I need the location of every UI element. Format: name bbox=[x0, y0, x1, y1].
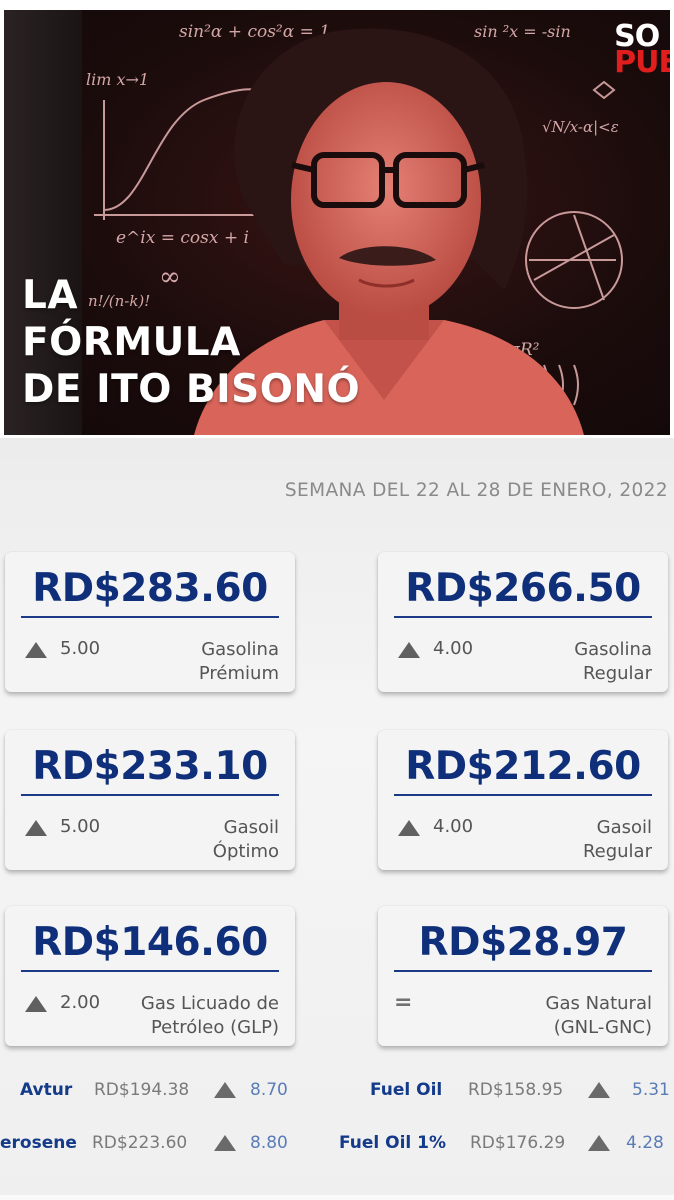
card-label: Gas Licuado de Petróleo (GLP) bbox=[141, 992, 279, 1040]
card-label-line: Gasolina bbox=[201, 639, 279, 660]
price-card: RD$28.97 = Gas Natural (GNL-GNC) bbox=[378, 906, 668, 1046]
card-label-line: (GNL-GNC) bbox=[553, 1017, 652, 1038]
headline-line: DE ITO BISONÓ bbox=[22, 367, 361, 412]
up-arrow-icon bbox=[588, 1082, 610, 1098]
card-label: Gasoil Óptimo bbox=[213, 816, 279, 864]
card-label-line: Óptimo bbox=[212, 841, 279, 862]
card-label-line: Gas Licuado de bbox=[140, 993, 279, 1014]
fuel-change: 4.28 bbox=[626, 1133, 664, 1153]
banner-headline: LA FÓRMULA DE ITO BISONÓ bbox=[22, 272, 360, 413]
card-label-line: Gas Natural bbox=[545, 993, 652, 1014]
fuel-name: Avtur bbox=[20, 1080, 73, 1100]
price-card: RD$283.60 5.00 Gasolina Prémium bbox=[5, 552, 295, 692]
up-arrow-icon bbox=[25, 642, 47, 658]
fuel-change: 8.80 bbox=[250, 1133, 288, 1153]
up-arrow-icon bbox=[25, 820, 47, 836]
card-label: Gasoil Regular bbox=[583, 816, 652, 864]
card-label: Gasolina Prémium bbox=[199, 638, 279, 686]
card-divider bbox=[21, 794, 279, 796]
logo-line-2: PUE bbox=[614, 45, 670, 80]
fuel-name: erosene bbox=[0, 1133, 77, 1153]
card-divider bbox=[394, 970, 652, 972]
card-change: 4.00 bbox=[433, 816, 474, 837]
headline-line: FÓRMULA bbox=[22, 320, 241, 365]
up-arrow-icon bbox=[398, 820, 420, 836]
price-card: RD$212.60 4.00 Gasoil Regular bbox=[378, 730, 668, 870]
hero-banner: sin²α + cos²α = 1 sin ²x = -sin lim x→1 … bbox=[4, 10, 670, 435]
card-divider bbox=[394, 616, 652, 618]
up-arrow-icon bbox=[398, 642, 420, 658]
brand-logo: SO PUE bbox=[614, 22, 670, 80]
card-price: RD$28.97 bbox=[418, 920, 628, 965]
fuel-name: Fuel Oil 1% bbox=[339, 1133, 447, 1153]
fuel-change: 8.70 bbox=[250, 1080, 288, 1100]
card-price: RD$146.60 bbox=[32, 920, 268, 965]
card-change: 4.00 bbox=[433, 638, 474, 659]
card-label: Gas Natural (GNL-GNC) bbox=[546, 992, 652, 1040]
equal-icon: = bbox=[394, 990, 413, 1015]
card-label-line: Petróleo (GLP) bbox=[150, 1017, 279, 1038]
week-label: SEMANA DEL 22 AL 28 DE ENERO, 2022 bbox=[284, 480, 668, 501]
card-label-line: Gasoil bbox=[223, 817, 279, 838]
card-label-line: Regular bbox=[582, 663, 652, 684]
price-card: RD$146.60 2.00 Gas Licuado de Petróleo (… bbox=[5, 906, 295, 1046]
card-price: RD$266.50 bbox=[405, 566, 641, 611]
bottom-edge bbox=[0, 1195, 674, 1200]
card-label-line: Gasolina bbox=[574, 639, 652, 660]
card-change: 5.00 bbox=[60, 638, 101, 659]
up-arrow-icon bbox=[588, 1135, 610, 1151]
fuel-price: RD$176.29 bbox=[470, 1133, 566, 1153]
headline-line: LA bbox=[22, 273, 79, 318]
card-label-line: Gasoil bbox=[596, 817, 652, 838]
fuel-price: RD$223.60 bbox=[92, 1133, 188, 1153]
card-label-line: Prémium bbox=[198, 663, 279, 684]
card-price: RD$233.10 bbox=[32, 744, 268, 789]
price-card: RD$233.10 5.00 Gasoil Óptimo bbox=[5, 730, 295, 870]
up-arrow-icon bbox=[25, 996, 47, 1012]
card-divider bbox=[394, 794, 652, 796]
up-arrow-icon bbox=[214, 1082, 236, 1098]
card-price: RD$212.60 bbox=[405, 744, 641, 789]
fuel-change: 5.31 bbox=[632, 1080, 670, 1100]
fuel-row: Fuel Oil 1% RD$176.29 4.28 bbox=[336, 1133, 674, 1161]
card-price: RD$283.60 bbox=[32, 566, 268, 611]
fuel-price: RD$158.95 bbox=[468, 1080, 564, 1100]
card-label: Gasolina Regular bbox=[574, 638, 652, 686]
card-change: 2.00 bbox=[60, 992, 101, 1013]
price-card: RD$266.50 4.00 Gasolina Regular bbox=[378, 552, 668, 692]
fuel-name: Fuel Oil bbox=[370, 1080, 443, 1100]
card-label-line: Regular bbox=[582, 841, 652, 862]
up-arrow-icon bbox=[214, 1135, 236, 1151]
card-divider bbox=[21, 970, 279, 972]
card-divider bbox=[21, 616, 279, 618]
fuel-row: erosene RD$223.60 8.80 bbox=[0, 1133, 300, 1161]
fuel-price: RD$194.38 bbox=[94, 1080, 190, 1100]
card-change: 5.00 bbox=[60, 816, 101, 837]
fuel-row: Fuel Oil RD$158.95 5.31 bbox=[336, 1080, 674, 1108]
fuel-row: Avtur RD$194.38 8.70 bbox=[0, 1080, 300, 1108]
